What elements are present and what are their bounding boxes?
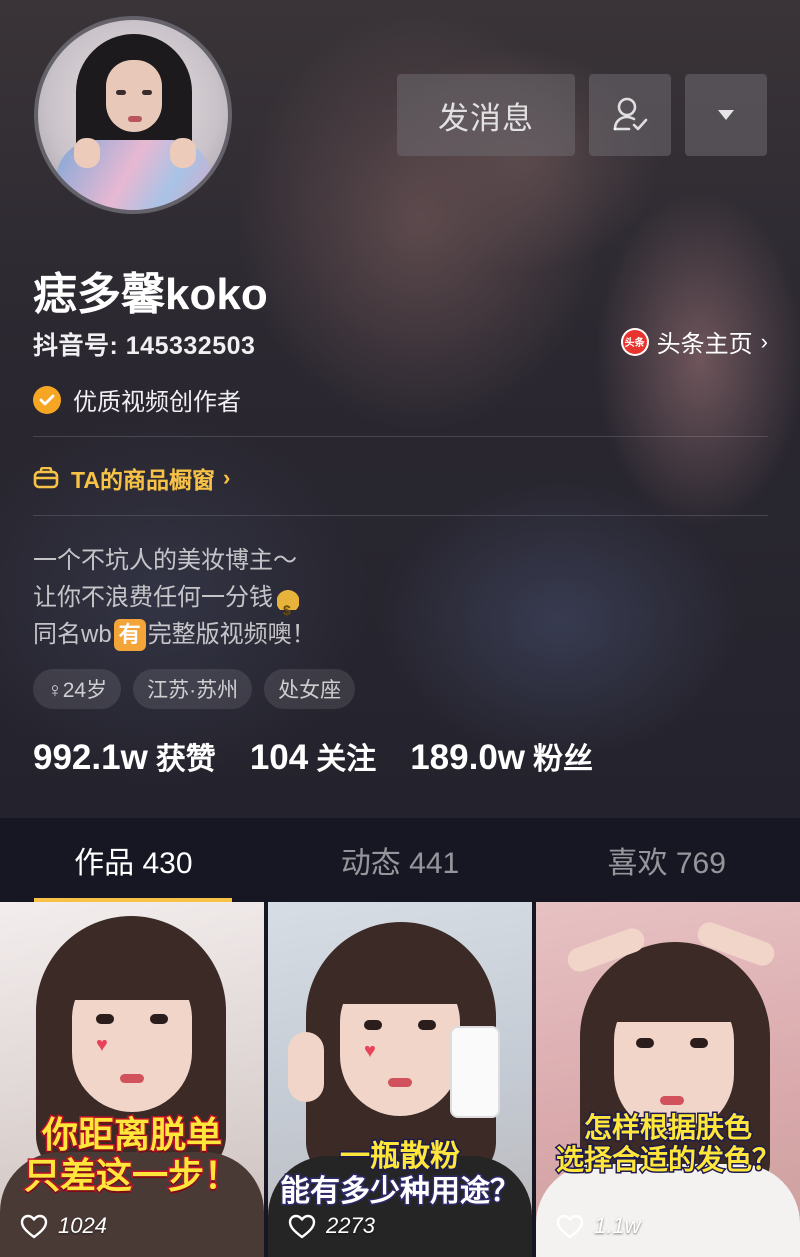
caption-line: 一瓶散粉: [339, 1139, 462, 1175]
video-thumbnail[interactable]: ♥ 你距离脱单 只差这一步！ 1024: [0, 902, 264, 1257]
toutiao-link-label: 头条主页: [656, 331, 753, 358]
follow-status-button[interactable]: [589, 74, 671, 156]
shop-icon: [33, 467, 59, 489]
toutiao-homepage-link[interactable]: 头条 头条主页 ›: [620, 324, 768, 359]
bio-line-text: 同名wb: [33, 621, 112, 648]
tab-label: 作品 430: [74, 847, 193, 880]
bio-line: 同名wb 有 完整版视频噢！: [33, 616, 316, 653]
divider: [33, 436, 768, 437]
video-likes: 1.1w: [556, 1213, 640, 1239]
caption-line: 怎样根据肤色: [582, 1110, 753, 1144]
content-tabs: 作品 430 动态 441 喜欢 769: [0, 818, 800, 902]
tab-activity[interactable]: 动态 441: [267, 818, 534, 902]
likes-label: 获赞: [155, 743, 216, 776]
shop-window-link[interactable]: TA的商品橱窗 ›: [33, 461, 230, 495]
bio-line: 一个不坑人的美妆博主～: [33, 547, 297, 574]
age-tag: ♀24岁: [33, 669, 122, 709]
likes-count: 992.1w: [33, 738, 148, 777]
followers-count: 189.0w: [410, 738, 526, 777]
bio-line-text: 让你不浪费任何一分钱: [33, 584, 273, 611]
douyin-id: 抖音号: 145332503: [33, 332, 256, 360]
more-options-button[interactable]: [685, 74, 767, 156]
heart-outline-icon: [288, 1214, 316, 1238]
likes-count: 2273: [326, 1213, 375, 1238]
money-bag-icon: [277, 585, 299, 629]
chevron-right-icon: ›: [760, 328, 768, 354]
tab-works[interactable]: 作品 430: [0, 818, 267, 902]
divider: [33, 515, 768, 516]
tab-label: 喜欢 769: [607, 847, 726, 880]
send-message-button[interactable]: 发消息: [397, 74, 575, 156]
user-check-icon: [613, 97, 648, 131]
verified-check-icon: [33, 385, 61, 414]
heart-outline-icon: [556, 1214, 584, 1238]
following-count: 104: [249, 738, 309, 777]
caption-line: 能有多少种用途？: [279, 1173, 522, 1209]
verified-creator-badge: 优质视频创作者: [33, 382, 241, 417]
shop-link-label: TA的商品橱窗: [71, 467, 215, 493]
you-badge-icon: 有: [113, 618, 146, 651]
profile-stats: 992.1w 获赞 104 关注 189.0w 粉丝: [33, 734, 627, 778]
chevron-right-icon: ›: [222, 465, 231, 490]
avatar[interactable]: [34, 16, 232, 214]
video-caption: 怎样根据肤色 选择合适的发色？: [536, 1110, 800, 1177]
followers-stat[interactable]: 189.0w 粉丝: [410, 734, 593, 778]
likes-stat: 992.1w 获赞: [33, 734, 216, 778]
caption-line: 选择合适的发色？: [554, 1143, 781, 1177]
tab-label: 动态 441: [340, 847, 460, 880]
video-caption: 你距离脱单 只差这一步！: [0, 1112, 264, 1198]
profile-tags: ♀24岁 江苏·苏州 处女座: [33, 669, 356, 709]
video-thumbnail[interactable]: 怎样根据肤色 选择合适的发色？ 1.1w: [536, 902, 800, 1257]
video-thumbnail[interactable]: ♥ 一瓶散粉 能有多少种用途？ 2273: [268, 902, 532, 1257]
video-likes: 1024: [20, 1213, 107, 1239]
following-label: 关注: [316, 743, 377, 776]
video-grid: ♥ 你距离脱单 只差这一步！ 1024 ♥ 一瓶散粉 能有多少种用途？ 2273…: [0, 902, 800, 1257]
verified-label: 优质视频创作者: [73, 389, 241, 416]
bio-line: 让你不浪费任何一分钱: [33, 579, 316, 629]
video-caption: 一瓶散粉 能有多少种用途？: [268, 1139, 532, 1209]
toutiao-logo-icon: 头条: [620, 327, 649, 356]
caption-line: 只差这一步！: [22, 1154, 241, 1198]
likes-count: 1024: [58, 1213, 107, 1238]
caption-line: 你距离脱单: [40, 1112, 223, 1156]
profile-name: 痣多馨koko: [33, 270, 268, 319]
following-stat[interactable]: 104 关注: [250, 734, 376, 778]
zodiac-tag: 处女座: [264, 669, 356, 709]
caret-down-icon: [718, 110, 734, 120]
followers-label: 粉丝: [533, 743, 594, 776]
likes-count: 1.1w: [594, 1213, 641, 1238]
location-tag: 江苏·苏州: [133, 669, 253, 709]
video-likes: 2273: [288, 1213, 375, 1239]
heart-outline-icon: [20, 1214, 48, 1238]
bio: 一个不坑人的美妆博主～ 让你不浪费任何一分钱 同名wb 有 完整版视频噢！: [33, 542, 316, 653]
tab-likes[interactable]: 喜欢 769: [533, 818, 800, 902]
